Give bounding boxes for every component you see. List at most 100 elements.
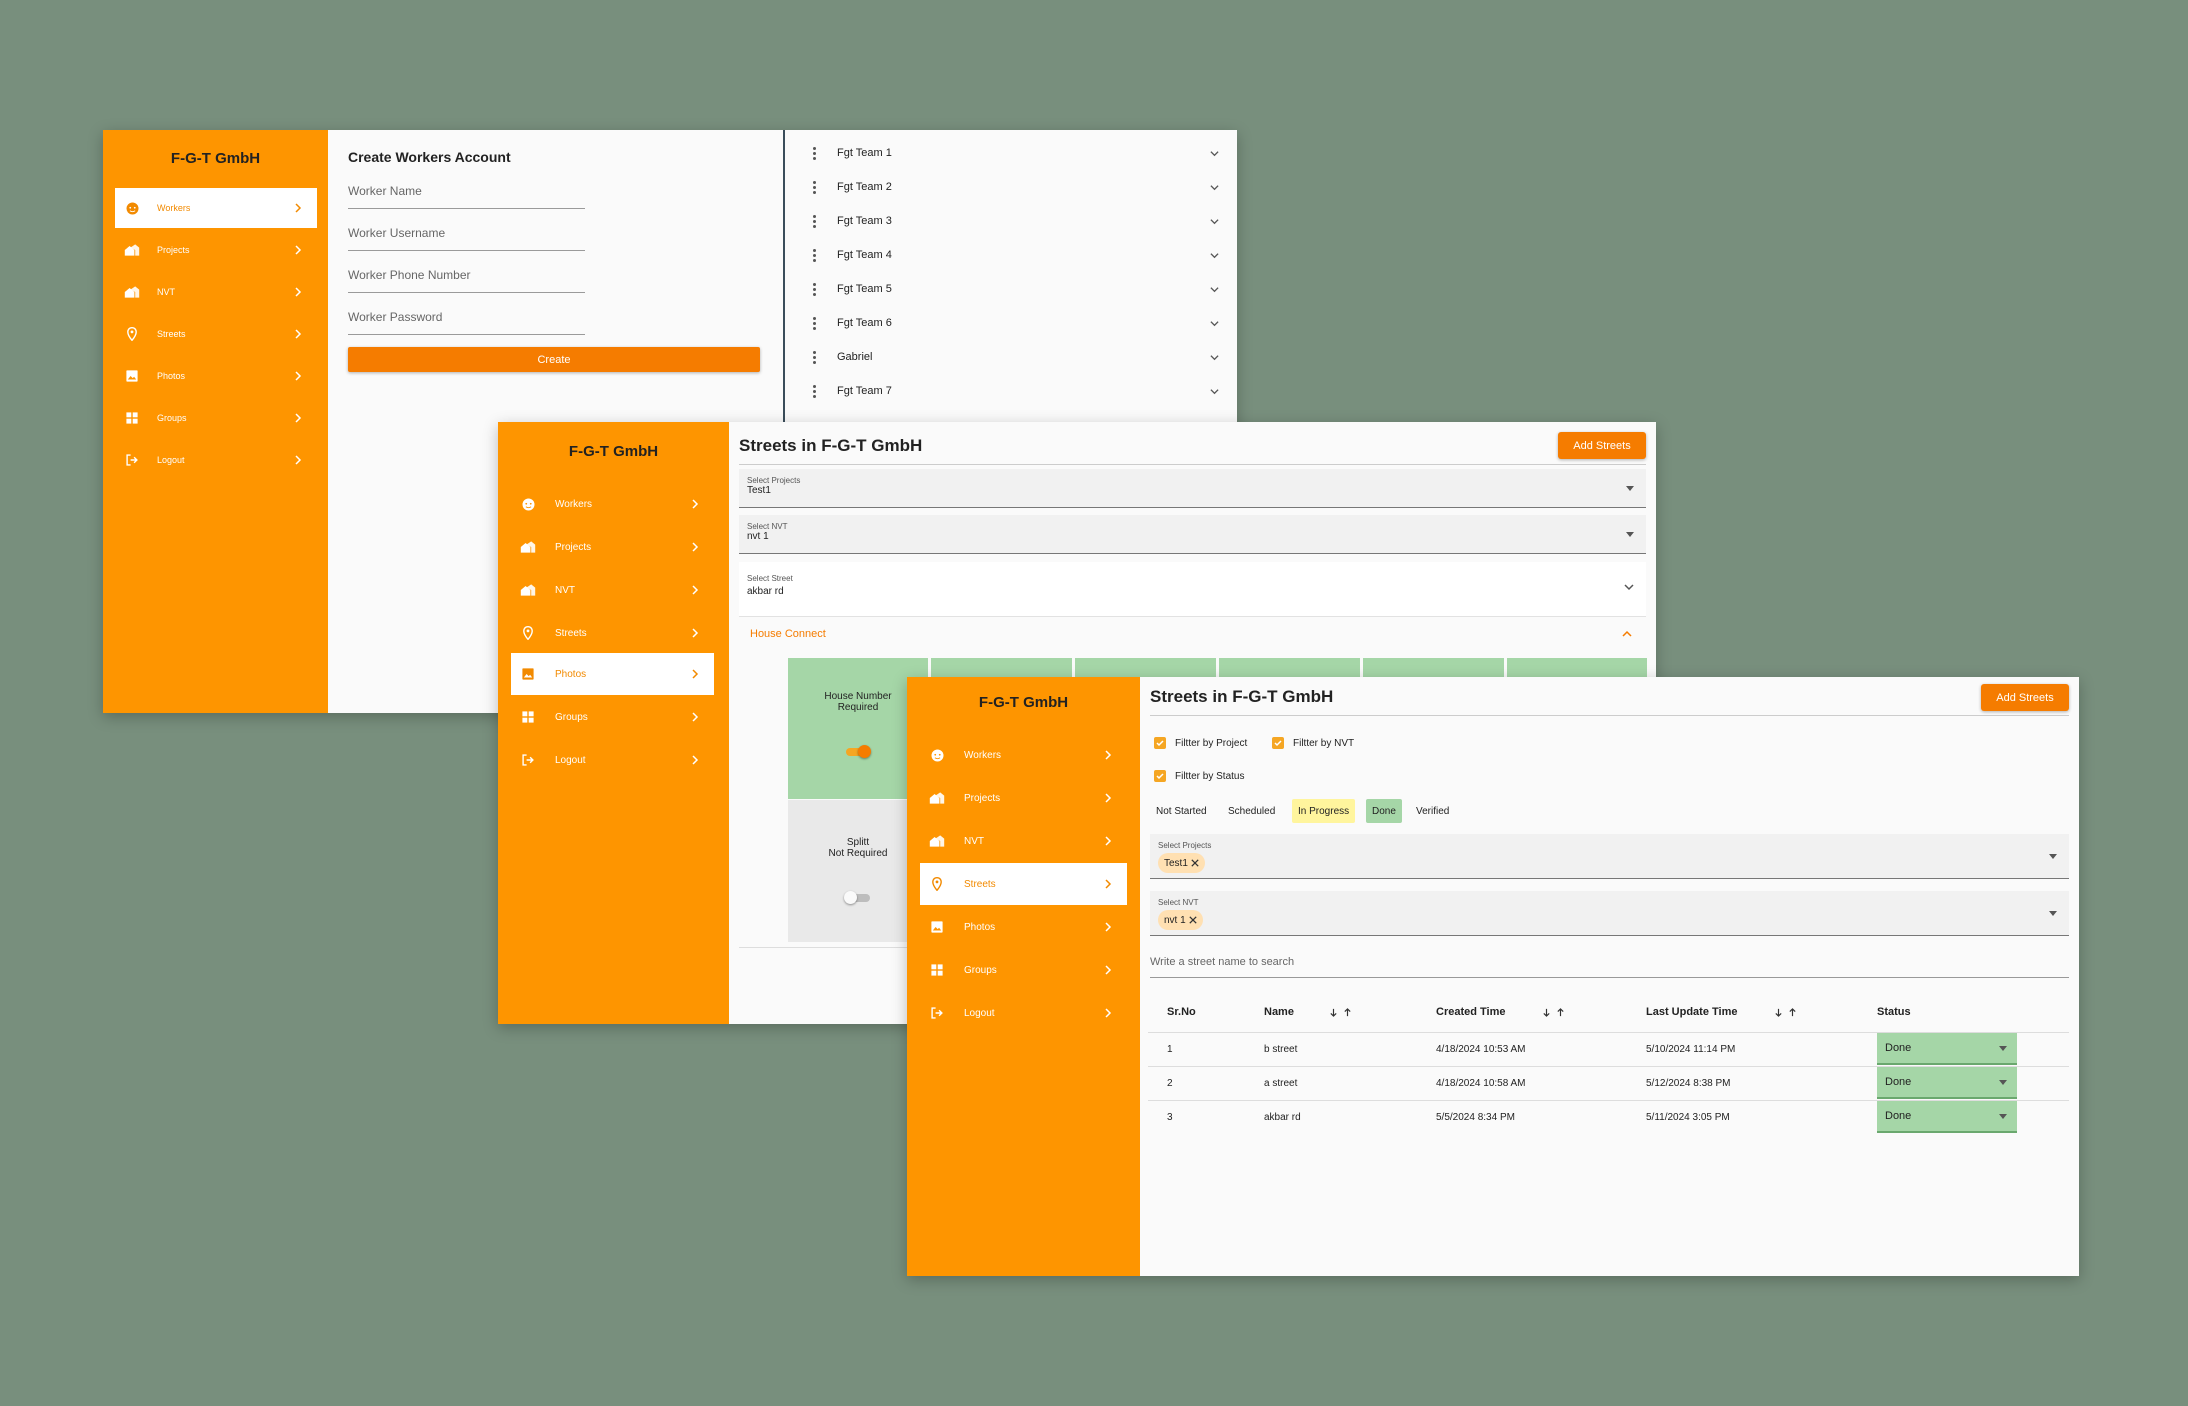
sidebar-item-groups[interactable]: Groups: [920, 949, 1127, 991]
sort-asc-icon[interactable]: [1556, 1008, 1565, 1017]
sidebar-item-projects[interactable]: Projects: [920, 777, 1127, 819]
sidebar-item-streets[interactable]: Streets: [920, 863, 1127, 905]
grid-icon: [519, 708, 537, 726]
column-header-srno: Sr.No: [1167, 1006, 1196, 1018]
chevron-up-icon[interactable]: [1622, 629, 1632, 639]
more-vert-icon[interactable]: [813, 281, 816, 298]
sidebar-item-label: Groups: [157, 413, 187, 423]
sidebar-item-nvt[interactable]: NVT: [511, 569, 714, 611]
project-chip[interactable]: Test1: [1158, 853, 1205, 873]
more-vert-icon[interactable]: [813, 349, 816, 366]
worker-username-input[interactable]: Worker Username: [348, 226, 585, 251]
filter-status-checkbox[interactable]: [1154, 770, 1166, 782]
list-item[interactable]: Fgt Team 4: [785, 238, 1237, 272]
select-street[interactable]: Select Street akbar rd: [739, 562, 1646, 617]
more-vert-icon[interactable]: [813, 179, 816, 196]
nvt-house-icon: [519, 581, 537, 599]
select-nvt[interactable]: Select NVT nvt 1: [1150, 891, 2069, 936]
column-header-name: Name: [1264, 1006, 1294, 1018]
photo-column: [1219, 658, 1360, 678]
chevron-down-icon[interactable]: [1210, 387, 1219, 396]
status-filter-verified[interactable]: Verified: [1410, 799, 1456, 823]
sidebar-item-streets[interactable]: Streets: [115, 314, 317, 354]
brand-name: F-G-T GmbH: [170, 150, 261, 167]
sidebar-item-photos[interactable]: Photos: [920, 906, 1127, 948]
sidebar-item-workers[interactable]: Workers: [115, 188, 317, 228]
more-vert-icon[interactable]: [813, 315, 816, 332]
status-filter-in-progress[interactable]: In Progress: [1292, 799, 1356, 823]
list-item[interactable]: Fgt Team 3: [785, 204, 1237, 238]
chevron-right-icon: [692, 628, 699, 638]
sort-asc-icon[interactable]: [1343, 1008, 1352, 1017]
sort-desc-icon[interactable]: [1774, 1008, 1783, 1017]
chevron-right-icon: [692, 585, 699, 595]
worker-phone-input[interactable]: Worker Phone Number: [348, 268, 585, 293]
logout-icon: [928, 1004, 946, 1022]
caret-down-icon: [1999, 1046, 2007, 1051]
sidebar-item-photos[interactable]: Photos: [115, 356, 317, 396]
filter-nvt-checkbox[interactable]: [1272, 737, 1284, 749]
sidebar-item-workers[interactable]: Workers: [920, 734, 1127, 776]
select-projects[interactable]: Select Projects Test1: [739, 469, 1646, 508]
more-vert-icon[interactable]: [813, 383, 816, 400]
sidebar-item-nvt[interactable]: NVT: [115, 272, 317, 312]
nvt-chip[interactable]: nvt 1: [1158, 910, 1203, 930]
status-filter-scheduled[interactable]: Scheduled: [1222, 799, 1282, 823]
sidebar-item-streets[interactable]: Streets: [511, 612, 714, 654]
sidebar-item-groups[interactable]: Groups: [115, 398, 317, 438]
street-search-input[interactable]: Write a street name to search: [1150, 949, 2069, 978]
sidebar-item-projects[interactable]: Projects: [511, 526, 714, 568]
select-projects[interactable]: Select Projects Test1: [1150, 834, 2069, 879]
status-select[interactable]: Done: [1877, 1067, 2017, 1099]
more-vert-icon[interactable]: [813, 213, 816, 230]
chevron-down-icon[interactable]: [1210, 353, 1219, 362]
grid-icon: [928, 961, 946, 979]
sidebar-item-logout[interactable]: Logout: [115, 440, 317, 480]
sidebar-item-groups[interactable]: Groups: [511, 696, 714, 738]
list-item[interactable]: Fgt Team 5: [785, 272, 1237, 306]
list-item[interactable]: Fgt Team 6: [785, 306, 1237, 340]
sort-asc-icon[interactable]: [1788, 1008, 1797, 1017]
sidebar-item-logout[interactable]: Logout: [920, 992, 1127, 1034]
sidebar-item-projects[interactable]: Projects: [115, 230, 317, 270]
close-icon[interactable]: [1189, 916, 1197, 924]
list-item[interactable]: Fgt Team 2: [785, 170, 1237, 204]
list-item[interactable]: Fgt Team 1: [785, 136, 1237, 170]
chevron-right-icon: [295, 329, 302, 339]
sort-desc-icon[interactable]: [1329, 1008, 1338, 1017]
status-select[interactable]: Done: [1877, 1101, 2017, 1133]
worker-name-input[interactable]: Worker Name: [348, 184, 585, 209]
house-connect-header[interactable]: House Connect: [739, 617, 1646, 651]
chevron-down-icon[interactable]: [1210, 183, 1219, 192]
create-button[interactable]: Create: [348, 347, 760, 372]
sidebar-item-photos[interactable]: Photos: [511, 653, 714, 695]
photo-icon: [519, 665, 537, 683]
chevron-down-icon[interactable]: [1210, 285, 1219, 294]
more-vert-icon[interactable]: [813, 247, 816, 264]
chevron-down-icon[interactable]: [1210, 251, 1219, 260]
toggle-knob: [844, 891, 857, 904]
select-nvt[interactable]: Select NVT nvt 1: [739, 515, 1646, 554]
sort-desc-icon[interactable]: [1542, 1008, 1551, 1017]
more-vert-icon[interactable]: [813, 145, 816, 162]
chevron-down-icon[interactable]: [1210, 217, 1219, 226]
list-item[interactable]: Gabriel: [785, 340, 1237, 374]
status-filter-done[interactable]: Done: [1366, 799, 1402, 823]
status-select[interactable]: Done: [1877, 1033, 2017, 1065]
column-header-created: Created Time: [1436, 1006, 1506, 1018]
add-streets-button[interactable]: Add Streets: [1558, 432, 1646, 459]
sidebar-item-logout[interactable]: Logout: [511, 739, 714, 781]
sidebar-item-nvt[interactable]: NVT: [920, 820, 1127, 862]
filter-nvt-label: Filtter by NVT: [1293, 738, 1355, 749]
add-streets-button[interactable]: Add Streets: [1981, 684, 2069, 711]
sidebar-item-label: Workers: [157, 203, 191, 213]
close-icon[interactable]: [1191, 859, 1199, 867]
chevron-down-icon[interactable]: [1210, 149, 1219, 158]
filter-project-checkbox[interactable]: [1154, 737, 1166, 749]
list-item[interactable]: Fgt Team 7: [785, 374, 1237, 408]
chevron-down-icon[interactable]: [1624, 582, 1634, 592]
status-filter-not-started[interactable]: Not Started: [1150, 799, 1213, 823]
chevron-down-icon[interactable]: [1210, 319, 1219, 328]
sidebar-item-workers[interactable]: Workers: [511, 483, 714, 525]
worker-password-input[interactable]: Worker Password: [348, 310, 585, 335]
